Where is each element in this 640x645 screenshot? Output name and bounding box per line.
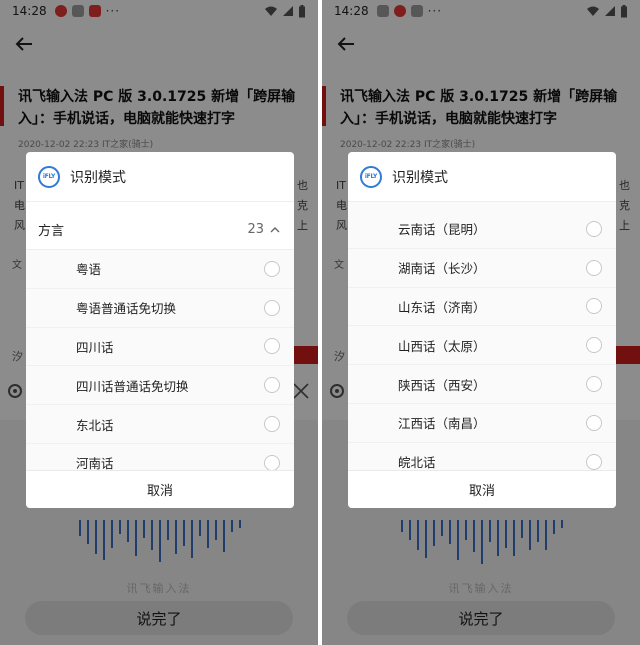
recognition-mode-dialog: iFLY 识别模式 云南话（昆明） 湖南话（长沙） 山东话（济南） 山西话（太原… bbox=[348, 152, 616, 508]
radio-button[interactable] bbox=[264, 377, 280, 394]
list-item[interactable]: 山东话（济南） bbox=[348, 287, 616, 327]
radio-button[interactable] bbox=[586, 376, 602, 393]
phone-screen-right: 14:28 ··· 讯飞输入法 PC 版 3.0.1725 新增「跨屏输入」：手… bbox=[322, 0, 640, 645]
dialect-list: 粤语 粤语普通话免切换 四川话 四川话普通话免切换 东北话 河南话 bbox=[26, 250, 294, 483]
cancel-button[interactable]: 取消 bbox=[26, 470, 294, 508]
radio-button[interactable] bbox=[264, 338, 280, 355]
radio-button[interactable] bbox=[264, 260, 280, 277]
list-item[interactable]: 陕西话（西安） bbox=[348, 365, 616, 404]
radio-button[interactable] bbox=[586, 337, 602, 354]
list-item[interactable]: 四川话 bbox=[26, 327, 294, 367]
list-item[interactable]: 云南话（昆明） bbox=[348, 210, 616, 249]
list-item[interactable]: 粤语普通话免切换 bbox=[26, 288, 294, 328]
dialog-title: 识别模式 bbox=[70, 169, 126, 186]
ifly-logo-icon: iFLY bbox=[360, 165, 382, 188]
list-item[interactable]: 四川话普通话免切换 bbox=[26, 366, 294, 406]
dialect-list: 云南话（昆明） 湖南话（长沙） 山东话（济南） 山西话（太原） 陕西话（西安） … bbox=[348, 202, 616, 482]
category-label: 方言 bbox=[38, 224, 65, 239]
phone-screen-left: 14:28 ··· 讯飞输入法 PC 版 3.0.1725 新增「跨屏输入」：手… bbox=[0, 0, 318, 645]
ifly-logo-icon: iFLY bbox=[38, 165, 60, 188]
list-item[interactable]: 东北话 bbox=[26, 405, 294, 444]
radio-button[interactable] bbox=[264, 299, 280, 316]
radio-button[interactable] bbox=[586, 414, 602, 431]
list-item[interactable]: 山西话（太原） bbox=[348, 326, 616, 366]
chevron-up-icon bbox=[270, 226, 280, 232]
list-item[interactable]: 湖南话（长沙） bbox=[348, 248, 616, 288]
radio-button[interactable] bbox=[264, 416, 280, 433]
recognition-mode-dialog: iFLY 识别模式 方言 23 粤语 粤语普通话免切换 四川话 四川话普通话免切… bbox=[26, 152, 294, 508]
list-item[interactable]: 江西话（南昌） bbox=[348, 403, 616, 443]
radio-button[interactable] bbox=[586, 259, 602, 276]
radio-button[interactable] bbox=[586, 220, 602, 237]
radio-button[interactable] bbox=[586, 453, 602, 470]
cancel-button[interactable]: 取消 bbox=[348, 470, 616, 508]
radio-button[interactable] bbox=[586, 298, 602, 315]
radio-button[interactable] bbox=[264, 454, 280, 471]
dialog-header: iFLY 识别模式 bbox=[348, 152, 616, 202]
category-row-dialect[interactable]: 方言 23 bbox=[26, 210, 294, 250]
category-count: 23 bbox=[247, 222, 264, 237]
list-item[interactable]: 粤语 bbox=[26, 250, 294, 289]
dialog-header: iFLY 识别模式 bbox=[26, 152, 294, 202]
dialog-title: 识别模式 bbox=[392, 169, 448, 186]
